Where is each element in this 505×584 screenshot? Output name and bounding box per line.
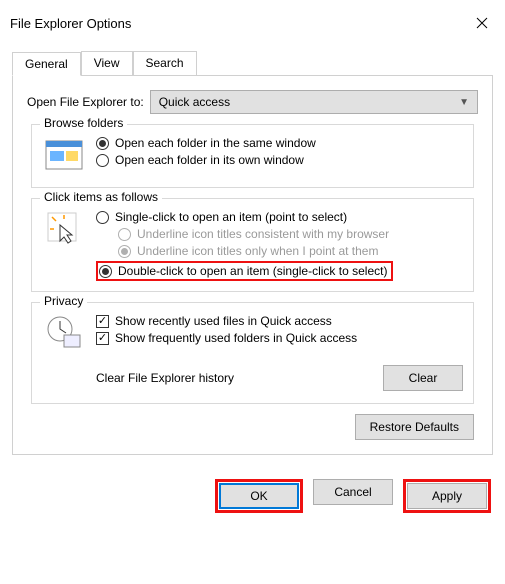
open-to-value: Quick access (159, 95, 230, 109)
privacy-legend: Privacy (40, 294, 87, 308)
radio-same-window[interactable]: Open each folder in the same window (96, 136, 463, 150)
apply-button[interactable]: Apply (407, 483, 487, 509)
radio-underline-point: Underline icon titles only when I point … (118, 244, 463, 258)
restore-defaults-button[interactable]: Restore Defaults (355, 414, 474, 440)
checkbox-icon (96, 332, 109, 345)
radio-icon (118, 228, 131, 241)
chk-freq-folders[interactable]: Show frequently used folders in Quick ac… (96, 331, 463, 345)
clear-button[interactable]: Clear (383, 365, 463, 391)
highlight-apply: Apply (403, 479, 491, 513)
click-legend: Click items as follows (40, 190, 162, 204)
highlight-ok: OK (215, 479, 303, 513)
clear-history-label: Clear File Explorer history (96, 371, 234, 385)
close-button[interactable] (459, 8, 505, 38)
recent-files-label: Show recently used files in Quick access (115, 314, 332, 328)
radio-underline-browser: Underline icon titles consistent with my… (118, 227, 463, 241)
freq-folders-label: Show frequently used folders in Quick ac… (115, 331, 357, 345)
radio-icon (96, 154, 109, 167)
radio-icon (99, 265, 112, 278)
own-window-label: Open each folder in its own window (115, 153, 304, 167)
double-click-label: Double-click to open an item (single-cli… (118, 264, 387, 278)
cursor-click-icon (42, 207, 86, 251)
cancel-button[interactable]: Cancel (313, 479, 393, 505)
underline-point-label: Underline icon titles only when I point … (137, 244, 378, 258)
tab-view[interactable]: View (81, 51, 133, 75)
tab-general[interactable]: General (12, 52, 81, 76)
clock-history-icon (42, 311, 86, 355)
browse-legend: Browse folders (40, 116, 127, 130)
highlight-double-click: Double-click to open an item (single-cli… (96, 261, 393, 281)
same-window-label: Open each folder in the same window (115, 136, 316, 150)
tab-search[interactable]: Search (133, 51, 197, 75)
radio-icon (96, 211, 109, 224)
radio-own-window[interactable]: Open each folder in its own window (96, 153, 463, 167)
folder-window-icon (42, 133, 86, 177)
open-to-label: Open File Explorer to: (27, 95, 144, 109)
chk-recent-files[interactable]: Show recently used files in Quick access (96, 314, 463, 328)
radio-double-click[interactable]: Double-click to open an item (single-cli… (99, 264, 387, 278)
underline-browser-label: Underline icon titles consistent with my… (137, 227, 389, 241)
radio-single-click[interactable]: Single-click to open an item (point to s… (96, 210, 463, 224)
ok-button[interactable]: OK (219, 483, 299, 509)
open-to-select[interactable]: Quick access ▼ (150, 90, 478, 114)
checkbox-icon (96, 315, 109, 328)
chevron-down-icon: ▼ (459, 97, 469, 108)
radio-icon (96, 137, 109, 150)
single-click-label: Single-click to open an item (point to s… (115, 210, 347, 224)
close-icon (476, 17, 488, 29)
window-title: File Explorer Options (10, 16, 131, 31)
radio-icon (118, 245, 131, 258)
